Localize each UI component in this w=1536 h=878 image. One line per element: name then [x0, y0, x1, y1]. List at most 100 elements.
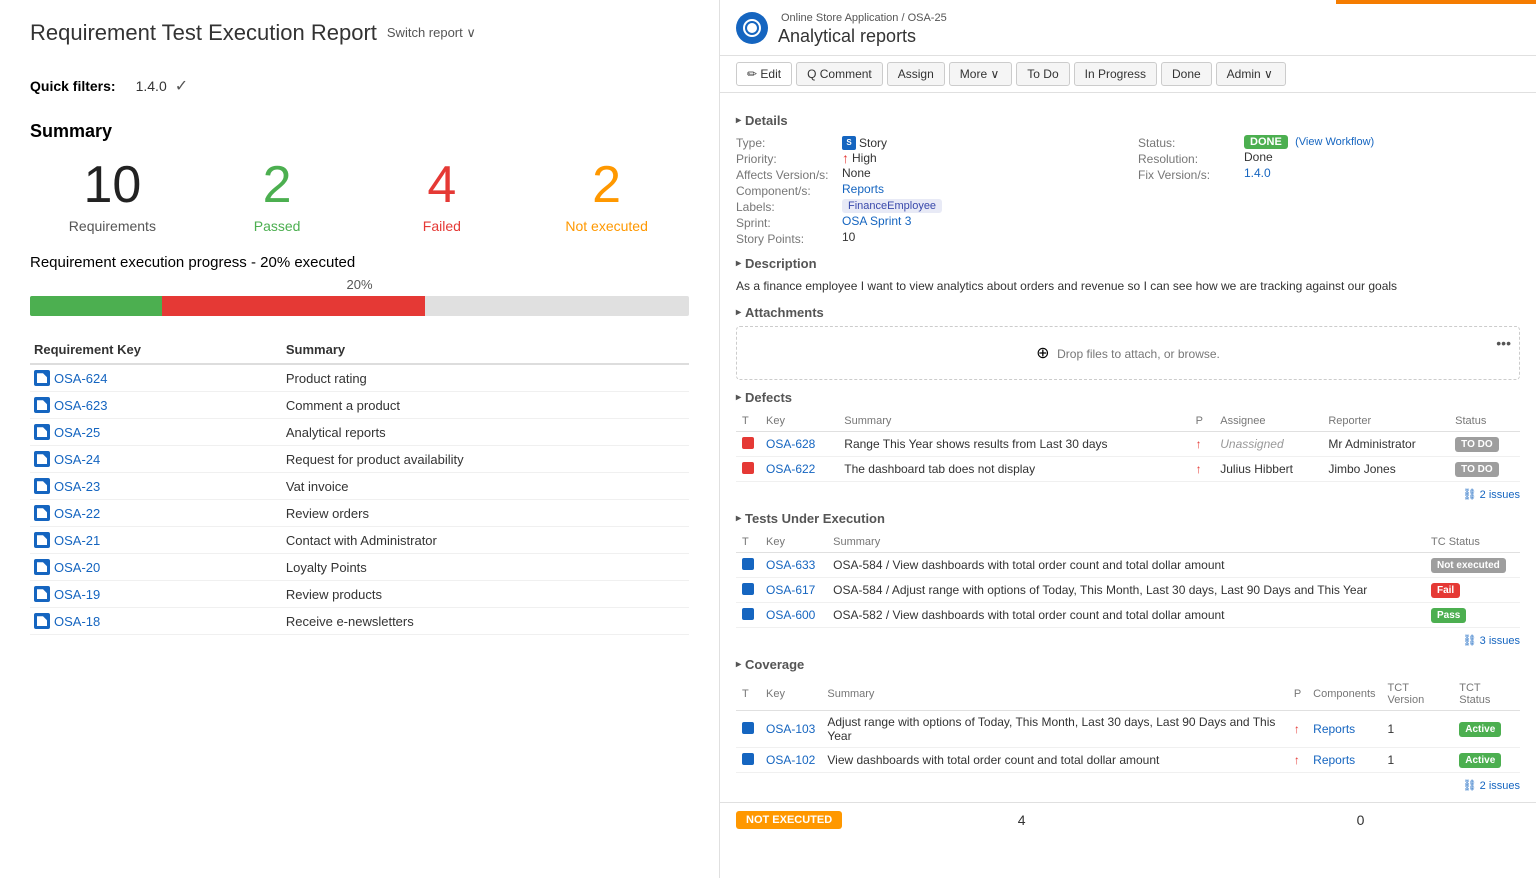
defect-key-cell[interactable]: OSA-622	[760, 457, 838, 482]
detail-priority: Priority: ↑ High	[736, 150, 1118, 166]
breadcrumb[interactable]: Online Store Application / OSA-25	[778, 12, 1520, 24]
blue-cov-icon	[742, 722, 754, 734]
jira-logo	[736, 12, 768, 44]
upload-icon: ⊕	[1036, 345, 1049, 362]
req-icon	[34, 559, 50, 575]
table-row: OSA-18 Receive e-newsletters	[30, 608, 689, 635]
table-row: OSA-600 OSA-582 / View dashboards with t…	[736, 603, 1520, 628]
defect-reporter-cell: Jimbo Jones	[1322, 457, 1449, 482]
attachments-drop-zone[interactable]: ••• ⊕ Drop files to attach, or browse.	[736, 326, 1520, 380]
defects-issues-link[interactable]: ⛓ 2 issues	[736, 488, 1520, 501]
filter-value[interactable]: 1.4.0 ✓	[136, 76, 189, 96]
view-workflow-link[interactable]: (View Workflow)	[1295, 136, 1374, 148]
right-panel: Online Store Application / OSA-25 Analyt…	[720, 0, 1536, 878]
coverage-section-header[interactable]: Coverage	[736, 657, 1520, 672]
req-key-cell[interactable]: OSA-23	[30, 473, 282, 500]
req-summary-cell: Analytical reports	[282, 419, 689, 446]
cov-components-cell: Reports	[1307, 711, 1381, 748]
test-status-cell: Pass	[1425, 603, 1520, 628]
component-label: Component/s:	[736, 182, 836, 198]
test-summary-cell: OSA-582 / View dashboards with total ord…	[827, 603, 1425, 628]
req-key-cell[interactable]: OSA-19	[30, 581, 282, 608]
stat-requirements: 10 Requirements	[30, 157, 195, 234]
switch-report-button[interactable]: Switch report ∨	[387, 25, 476, 41]
assign-button[interactable]: Assign	[887, 62, 945, 86]
admin-button[interactable]: Admin ∨	[1216, 62, 1286, 86]
defect-priority-cell: ↑	[1190, 432, 1215, 457]
attachments-section-header[interactable]: Attachments	[736, 305, 1520, 320]
req-key-cell[interactable]: OSA-25	[30, 419, 282, 446]
req-key-cell[interactable]: OSA-21	[30, 527, 282, 554]
test-key-cell[interactable]: OSA-633	[760, 553, 827, 578]
req-key-cell[interactable]: OSA-22	[30, 500, 282, 527]
table-row: OSA-20 Loyalty Points	[30, 554, 689, 581]
coverage-issues-link[interactable]: ⛓ 2 issues	[736, 779, 1520, 792]
in-progress-button[interactable]: In Progress	[1074, 62, 1157, 86]
progress-bar	[30, 296, 689, 316]
detail-status: Status: DONE (View Workflow)	[1138, 134, 1520, 150]
cov-col-key: Key	[760, 678, 821, 711]
defect-type-cell	[736, 457, 760, 482]
test-key-cell[interactable]: OSA-600	[760, 603, 827, 628]
tests-section-header[interactable]: Tests Under Execution	[736, 511, 1520, 526]
not-executed-badge: NOT EXECUTED	[736, 811, 842, 829]
progress-section: Requirement execution progress - 20% exe…	[30, 254, 689, 316]
req-key-cell[interactable]: OSA-18	[30, 608, 282, 635]
test-key-cell[interactable]: OSA-617	[760, 578, 827, 603]
col-header-summary: Summary	[282, 336, 689, 364]
req-summary-cell: Vat invoice	[282, 473, 689, 500]
table-row: OSA-623 Comment a product	[30, 392, 689, 419]
cov-tct-status-cell: Active	[1453, 711, 1520, 748]
test-summary-cell: OSA-584 / Adjust range with options of T…	[827, 578, 1425, 603]
test-type-cell	[736, 553, 760, 578]
req-icon	[34, 397, 50, 413]
detail-affects: Affects Version/s: None	[736, 166, 1118, 182]
defects-col-status: Status	[1449, 411, 1520, 432]
more-button[interactable]: More ∨	[949, 62, 1012, 86]
defect-priority-cell: ↑	[1190, 457, 1215, 482]
defects-section-header[interactable]: Defects	[736, 390, 1520, 405]
req-summary-cell: Product rating	[282, 364, 689, 392]
cov-components-cell: Reports	[1307, 748, 1381, 773]
progress-bar-red	[162, 296, 426, 316]
defect-key-cell[interactable]: OSA-628	[760, 432, 838, 457]
description-section-header[interactable]: Description	[736, 256, 1520, 271]
report-title: Requirement Test Execution Report	[30, 20, 377, 46]
cov-key-cell[interactable]: OSA-103	[760, 711, 821, 748]
requirements-table: Requirement Key Summary OSA-624 Product …	[30, 336, 689, 635]
cov-tct-version-cell: 1	[1382, 711, 1454, 748]
red-issue-icon	[742, 437, 754, 449]
req-key-cell[interactable]: OSA-24	[30, 446, 282, 473]
req-key-cell[interactable]: OSA-623	[30, 392, 282, 419]
defect-assignee-cell: Unassigned	[1214, 432, 1322, 457]
table-row: OSA-19 Review products	[30, 581, 689, 608]
defect-summary-cell: The dashboard tab does not display	[838, 457, 1189, 482]
cov-col-summary: Summary	[821, 678, 1287, 711]
req-icon	[34, 424, 50, 440]
req-icon	[34, 505, 50, 521]
drop-text: Drop files to attach, or browse.	[1057, 347, 1220, 361]
edit-button[interactable]: ✏ Edit	[736, 62, 792, 86]
todo-button[interactable]: To Do	[1016, 62, 1069, 86]
cov-col-tct-status: TCT Status	[1453, 678, 1520, 711]
done-button[interactable]: Done	[1161, 62, 1212, 86]
req-key-cell[interactable]: OSA-20	[30, 554, 282, 581]
stat-label-requirements: Requirements	[30, 218, 195, 234]
req-key-cell[interactable]: OSA-624	[30, 364, 282, 392]
cov-summary-cell: Adjust range with options of Today, This…	[821, 711, 1287, 748]
affects-label: Affects Version/s:	[736, 166, 836, 182]
progress-bar-green	[30, 296, 162, 316]
cov-key-cell[interactable]: OSA-102	[760, 748, 821, 773]
detail-story-points: Story Points: 10	[736, 230, 1118, 246]
description-text: As a finance employee I want to view ana…	[736, 277, 1520, 295]
comment-button[interactable]: Q Comment	[796, 62, 883, 86]
defects-col-t: T	[736, 411, 760, 432]
details-section-header[interactable]: Details	[736, 113, 1520, 128]
sprint-value: OSA Sprint 3	[842, 214, 911, 228]
defect-summary-cell: Range This Year shows results from Last …	[838, 432, 1189, 457]
tests-issues-link[interactable]: ⛓ 3 issues	[736, 634, 1520, 647]
labels-label: Labels:	[736, 198, 836, 214]
issue-title: Analytical reports	[778, 26, 1520, 47]
resolution-label: Resolution:	[1138, 150, 1238, 166]
attachments-more-button[interactable]: •••	[1496, 335, 1511, 351]
